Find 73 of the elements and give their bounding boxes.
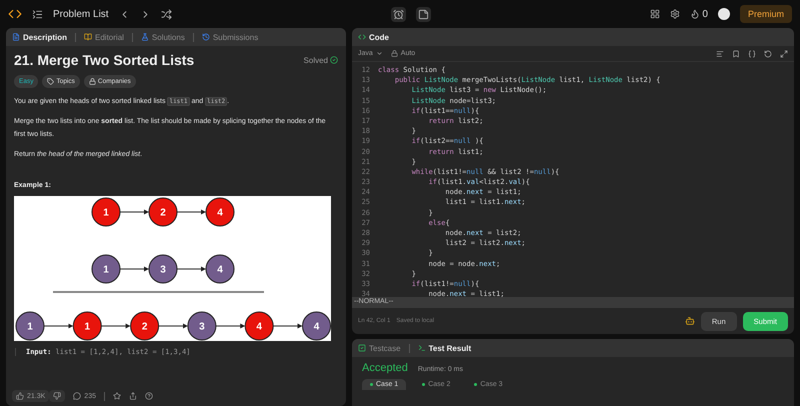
expand-icon[interactable]: [780, 50, 788, 58]
lock-icon: [390, 50, 398, 57]
star-icon[interactable]: [112, 392, 121, 400]
problem-list-link[interactable]: Problem List: [53, 8, 109, 20]
list-node: 4: [206, 254, 234, 284]
panel-tab[interactable]: Editorial: [84, 32, 124, 42]
notes-button[interactable]: [416, 6, 431, 22]
list-node: 1: [92, 254, 120, 284]
flame-icon[interactable]: [690, 9, 700, 19]
panel-tab[interactable]: Solutions: [140, 32, 185, 42]
panel-tab[interactable]: Submissions: [202, 32, 258, 42]
arrow: [120, 210, 149, 214]
alarm-clock-icon: [393, 8, 404, 20]
terminal-icon: [418, 344, 426, 352]
shuffle-icon[interactable]: [160, 8, 172, 20]
braces-icon[interactable]: [748, 50, 756, 58]
results-tab[interactable]: Testcase: [358, 344, 401, 352]
list-icon[interactable]: [32, 8, 43, 20]
document-icon: [12, 33, 20, 41]
panel-tab[interactable]: Description: [12, 32, 68, 42]
avatar[interactable]: [718, 8, 730, 20]
settings-icon[interactable]: [670, 9, 680, 19]
verdict: Accepted: [362, 362, 408, 374]
list-node: 4: [206, 198, 234, 226]
tag-icon: [47, 78, 54, 85]
list-node: 1: [72, 312, 102, 340]
format-icon[interactable]: [716, 50, 724, 58]
streak-count: 0: [702, 8, 708, 20]
list-node: 1: [16, 312, 44, 340]
results-tab[interactable]: Test Result: [418, 344, 472, 352]
problem-title: 21. Merge Two Sorted Lists: [14, 52, 196, 68]
list-node: 1: [92, 198, 120, 226]
flask-icon: [140, 33, 149, 41]
status-dot: [474, 383, 478, 386]
lock-icon: [88, 78, 96, 85]
arrow: [120, 266, 149, 272]
book-icon: [84, 33, 92, 41]
list-node: 3: [187, 312, 216, 340]
thumbs-down-icon: [53, 392, 62, 400]
timer-button[interactable]: [391, 6, 406, 22]
list-node: 2: [130, 312, 160, 340]
grid-icon[interactable]: [650, 9, 660, 19]
logo-icon[interactable]: [8, 7, 22, 21]
solved-status: Solved: [304, 56, 338, 64]
arrow: [176, 266, 206, 272]
chevron-down-icon: [376, 50, 383, 57]
robot-icon[interactable]: [684, 316, 695, 326]
dislike-button[interactable]: [49, 390, 66, 402]
list-node: 2: [148, 198, 178, 226]
comment-icon: [73, 392, 82, 400]
list-node: 3: [148, 254, 178, 284]
status-dot: [422, 383, 426, 386]
arrow: [176, 210, 206, 214]
status-dot: [370, 383, 373, 386]
arrow: [158, 324, 188, 328]
code-tab[interactable]: Code: [358, 32, 389, 42]
checkbox-icon: [358, 344, 366, 352]
arrow: [100, 324, 131, 328]
list-node: 4: [302, 312, 331, 340]
list-node: 4: [244, 312, 274, 340]
thumbs-up-icon: [16, 392, 24, 400]
arrow: [44, 324, 74, 328]
premium-button[interactable]: Premium: [740, 5, 792, 23]
note-icon: [418, 8, 429, 20]
arrow: [215, 324, 246, 328]
arrow: [272, 324, 302, 328]
history-icon: [202, 33, 210, 41]
share-icon[interactable]: [128, 392, 137, 400]
code-icon: [358, 33, 366, 41]
help-icon[interactable]: [144, 392, 153, 400]
check-icon: [330, 56, 338, 64]
bookmark-icon[interactable]: [732, 50, 740, 58]
reset-icon[interactable]: [764, 50, 772, 58]
